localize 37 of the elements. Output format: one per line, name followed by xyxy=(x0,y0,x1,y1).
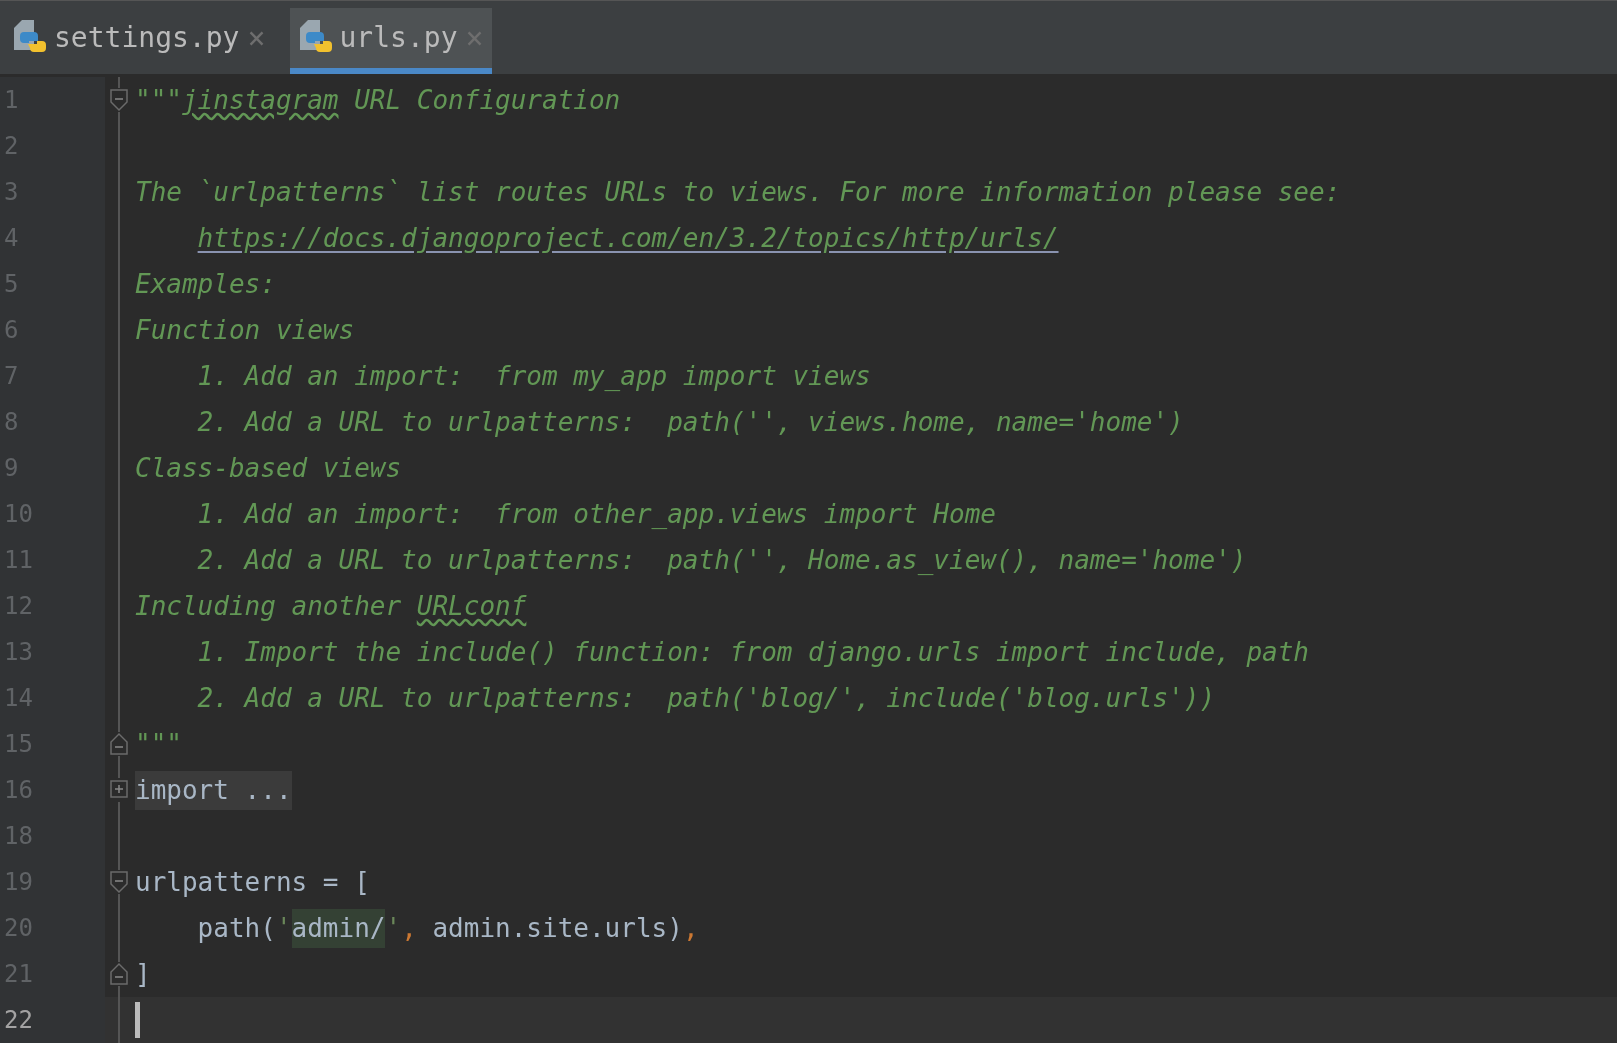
doc-comment: """ xyxy=(135,727,182,761)
close-icon[interactable]: × xyxy=(247,23,266,53)
code-text: urlpatterns = [ xyxy=(135,865,370,899)
comma: , xyxy=(401,911,417,945)
misspelled-word: jinstagram xyxy=(181,83,339,117)
string-quote: ' xyxy=(385,911,402,945)
collapse-icon[interactable] xyxy=(109,962,129,986)
code-text: admin.site.urls) xyxy=(431,911,683,945)
expand-icon[interactable] xyxy=(109,778,129,802)
doc-link[interactable]: https://docs.djangoproject.com/en/3.2/topics/http/urls/ xyxy=(197,218,1059,258)
comma: , xyxy=(682,911,699,945)
line-number: 22 xyxy=(3,1005,33,1036)
doc-comment: Function views xyxy=(135,313,355,347)
doc-comment: 1. Add an import: from other_app.views import Home xyxy=(196,497,996,531)
text-caret xyxy=(135,1002,140,1038)
doc-comment: Class-based views xyxy=(135,451,402,485)
doc-comment: """ xyxy=(135,83,182,117)
doc-comment: 2. Add a URL to urlpatterns: path('', Home.as_view(), name='home') xyxy=(196,543,1247,577)
collapse-icon[interactable] xyxy=(109,870,129,894)
doc-comment: Examples: xyxy=(135,267,276,301)
doc-comment: 2. Add a URL to urlpatterns: path('blog/', include('blog.urls')) xyxy=(196,681,1216,715)
code-text: path( xyxy=(196,911,276,945)
collapse-icon[interactable] xyxy=(109,88,129,112)
file-tab[interactable]: settings.py × xyxy=(4,8,274,74)
string-quote: ' xyxy=(275,911,292,945)
collapse-icon[interactable] xyxy=(109,732,129,756)
doc-comment: 1. Add an import: from my_app import views xyxy=(196,359,871,393)
misspelled-word: URLconf xyxy=(416,589,527,623)
doc-comment: The `urlpatterns` list routes URLs to views. For more information please see: xyxy=(135,175,1341,209)
code-text: ] xyxy=(135,957,151,991)
doc-comment: 1. Import the include() function: from django.urls import include, path xyxy=(196,635,1309,669)
string-text: admin/ xyxy=(291,908,386,948)
file-tab[interactable]: urls.py × xyxy=(289,8,492,74)
doc-comment: Including another xyxy=(135,589,403,623)
doc-comment: URL Configuration xyxy=(353,83,621,117)
doc-comment: 2. Add a URL to urlpatterns: path('', views.home, name='home') xyxy=(196,405,1184,439)
folded-imports[interactable]: import ... xyxy=(135,770,292,810)
